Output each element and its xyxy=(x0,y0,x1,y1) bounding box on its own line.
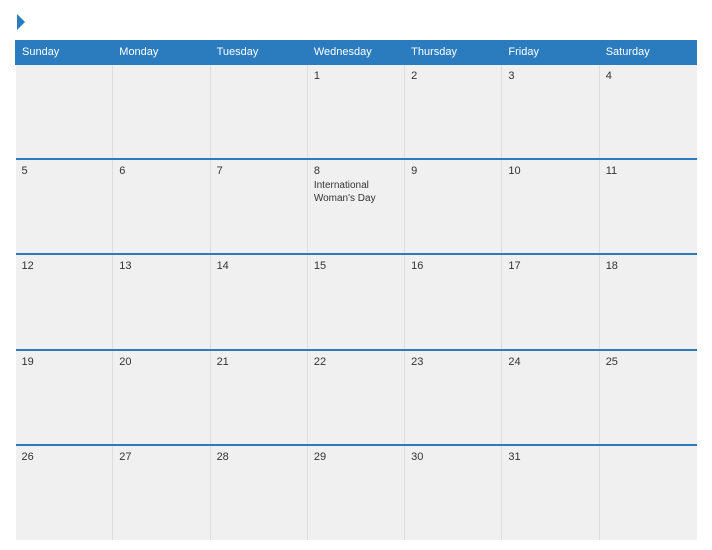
calendar-cell: 25 xyxy=(599,350,696,445)
calendar-cell: 8 International Woman's Day xyxy=(307,159,404,254)
logo-triangle-icon xyxy=(17,14,25,30)
calendar-cell: 4 xyxy=(599,64,696,159)
calendar-cell xyxy=(113,64,210,159)
calendar-cell: 17 xyxy=(502,254,599,349)
calendar-week-1: 1 2 3 4 xyxy=(16,64,697,159)
calendar-cell: 2 xyxy=(405,64,502,159)
calendar-cell xyxy=(210,64,307,159)
day-header-wednesday: Wednesday xyxy=(307,41,404,65)
day-number: 13 xyxy=(119,260,203,272)
day-number: 7 xyxy=(217,165,301,177)
calendar-cell: 18 xyxy=(599,254,696,349)
day-number: 21 xyxy=(217,356,301,368)
day-number: 15 xyxy=(314,260,398,272)
day-number: 20 xyxy=(119,356,203,368)
calendar-cell: 5 xyxy=(16,159,113,254)
event-label: International Woman's Day xyxy=(314,179,398,205)
day-number: 2 xyxy=(411,70,495,82)
calendar-cell: 21 xyxy=(210,350,307,445)
calendar-body: 12345678International Woman's Day9101112… xyxy=(16,64,697,540)
day-header-saturday: Saturday xyxy=(599,41,696,65)
day-header-monday: Monday xyxy=(113,41,210,65)
calendar-cell: 13 xyxy=(113,254,210,349)
calendar-cell: 23 xyxy=(405,350,502,445)
day-number: 5 xyxy=(22,165,107,177)
calendar-week-3: 12 13 14 15 16 17 18 xyxy=(16,254,697,349)
calendar-cell: 28 xyxy=(210,445,307,540)
calendar-cell: 6 xyxy=(113,159,210,254)
day-number: 12 xyxy=(22,260,107,272)
day-number: 22 xyxy=(314,356,398,368)
calendar-cell: 19 xyxy=(16,350,113,445)
calendar-cell: 27 xyxy=(113,445,210,540)
day-number: 26 xyxy=(22,451,107,463)
day-number: 16 xyxy=(411,260,495,272)
calendar-cell: 14 xyxy=(210,254,307,349)
calendar-cell: 10 xyxy=(502,159,599,254)
calendar-header-row: SundayMondayTuesdayWednesdayThursdayFrid… xyxy=(16,41,697,65)
day-number: 4 xyxy=(606,70,691,82)
day-number: 18 xyxy=(606,260,691,272)
day-number: 25 xyxy=(606,356,691,368)
logo-blue-row xyxy=(15,14,25,30)
calendar-cell: 29 xyxy=(307,445,404,540)
day-number: 24 xyxy=(508,356,592,368)
calendar-cell: 9 xyxy=(405,159,502,254)
calendar-week-4: 19 20 21 22 23 24 25 xyxy=(16,350,697,445)
calendar-header xyxy=(15,10,697,34)
calendar-cell: 30 xyxy=(405,445,502,540)
calendar-cell: 12 xyxy=(16,254,113,349)
day-header-friday: Friday xyxy=(502,41,599,65)
day-header-tuesday: Tuesday xyxy=(210,41,307,65)
day-number: 17 xyxy=(508,260,592,272)
calendar-cell: 24 xyxy=(502,350,599,445)
day-number: 19 xyxy=(22,356,107,368)
day-number: 3 xyxy=(508,70,592,82)
day-number: 23 xyxy=(411,356,495,368)
calendar-cell: 16 xyxy=(405,254,502,349)
calendar-cell: 1 xyxy=(307,64,404,159)
calendar-cell xyxy=(16,64,113,159)
calendar-cell: 15 xyxy=(307,254,404,349)
calendar-cell: 26 xyxy=(16,445,113,540)
calendar-cell: 31 xyxy=(502,445,599,540)
day-number: 9 xyxy=(411,165,495,177)
calendar-cell: 11 xyxy=(599,159,696,254)
day-number: 30 xyxy=(411,451,495,463)
calendar-table: SundayMondayTuesdayWednesdayThursdayFrid… xyxy=(15,40,697,540)
day-number: 14 xyxy=(217,260,301,272)
day-number: 6 xyxy=(119,165,203,177)
day-number: 29 xyxy=(314,451,398,463)
calendar-week-2: 56 7 8 International Woman's Day 9 10 11 xyxy=(16,159,697,254)
day-number: 11 xyxy=(606,165,691,177)
calendar-cell: 3 xyxy=(502,64,599,159)
day-number: 8 xyxy=(314,165,398,177)
logo xyxy=(15,14,25,30)
day-header-sunday: Sunday xyxy=(16,41,113,65)
day-number: 28 xyxy=(217,451,301,463)
calendar-week-5: 26 27 28 29 30 31 xyxy=(16,445,697,540)
calendar-cell: 7 xyxy=(210,159,307,254)
calendar-cell: 20 xyxy=(113,350,210,445)
calendar-cell xyxy=(599,445,696,540)
day-number: 1 xyxy=(314,70,398,82)
day-number: 10 xyxy=(508,165,592,177)
day-header-thursday: Thursday xyxy=(405,41,502,65)
day-number: 27 xyxy=(119,451,203,463)
calendar-cell: 22 xyxy=(307,350,404,445)
day-number: 31 xyxy=(508,451,592,463)
